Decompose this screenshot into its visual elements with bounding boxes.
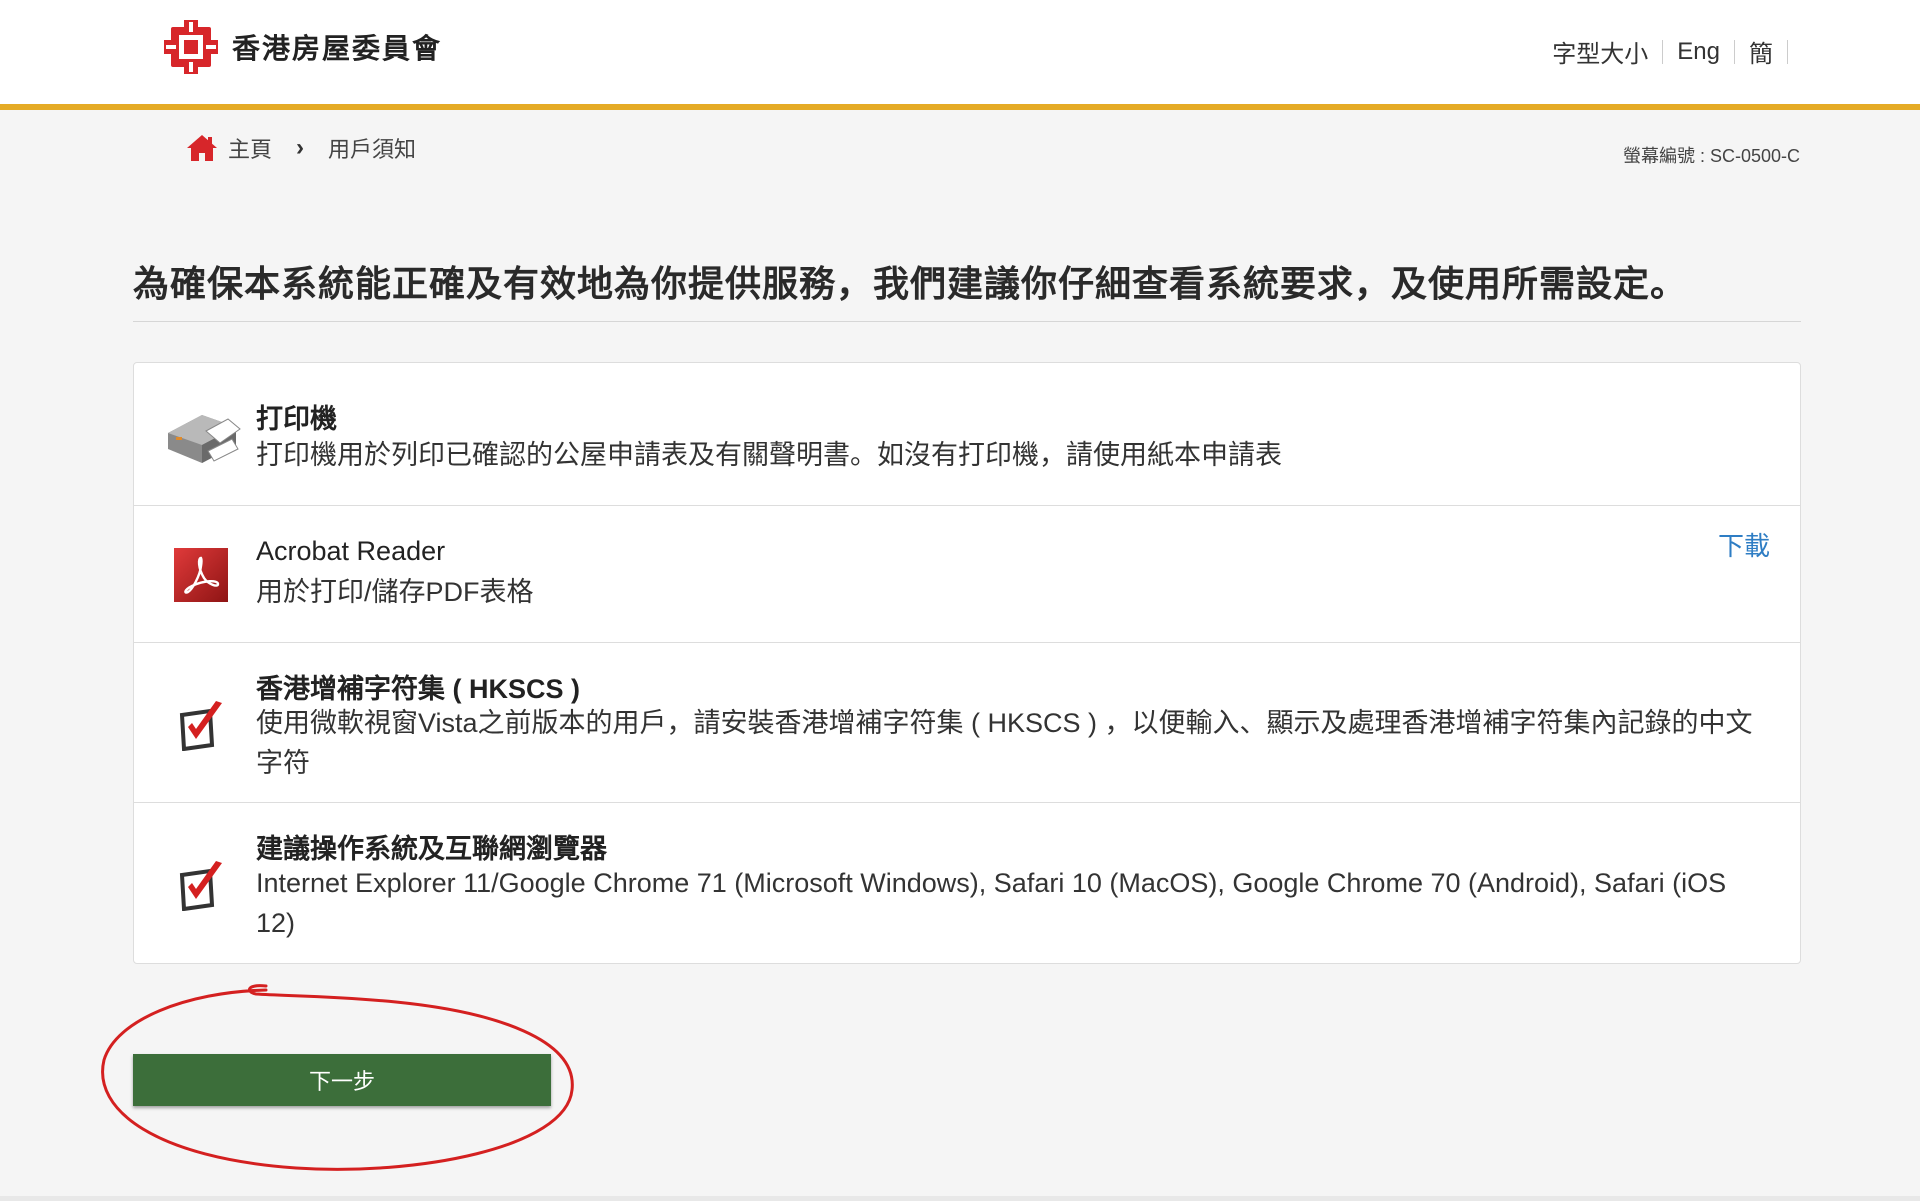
printer-title: 打印機 [256, 404, 337, 434]
divider [1734, 39, 1735, 64]
simplified-chinese-link[interactable]: 簡 [1749, 34, 1773, 69]
acrobat-desc: 用於打印/儲存PDF表格 [256, 577, 534, 607]
housing-authority-logo[interactable]: 香港房屋委員會 [162, 18, 442, 76]
hkscs-title: 香港增補字符集 ( HKSCS ) [256, 674, 580, 704]
checkbox-icon [179, 701, 222, 751]
requirement-row-hkscs: 香港增補字符集 ( HKSCS ) 使用微軟視窗Vista之前版本的用戶，請安裝… [134, 643, 1800, 803]
divider [1662, 39, 1664, 64]
font-size-link[interactable]: 字型大小 [1552, 34, 1648, 69]
ha-logo-icon [164, 20, 218, 74]
org-name: 香港房屋委員會 [232, 32, 443, 65]
acrobat-title: Acrobat Reader [256, 536, 446, 566]
home-icon[interactable] [186, 133, 218, 163]
screen-number: 螢幕編號 : SC-0500-C [1622, 146, 1800, 166]
next-step-button[interactable]: 下一步 [133, 1054, 551, 1106]
download-link[interactable]: 下載 [1718, 526, 1770, 563]
site-header: 香港房屋委員會 字型大小 Eng 簡 [0, 0, 1920, 110]
browser-title: 建議操作系統及互聯網瀏覽器 [256, 834, 607, 864]
printer-desc: 打印機用於列印已確認的公屋申請表及有關聲明書。如沒有打印機，請使用紙本申請表 [256, 440, 1282, 470]
checkbox-icon [179, 861, 222, 911]
requirements-card: 打印機 打印機用於列印已確認的公屋申請表及有關聲明書。如沒有打印機，請使用紙本申… [133, 362, 1801, 964]
requirement-row-acrobat: Acrobat Reader 用於打印/儲存PDF表格 下載 [134, 506, 1800, 643]
hkscs-desc: 使用微軟視窗Vista之前版本的用戶，請安裝香港增補字符集 ( HKSCS ) … [256, 708, 1753, 778]
english-link[interactable]: Eng [1677, 38, 1720, 66]
acrobat-icon [174, 548, 228, 602]
divider [1787, 39, 1788, 64]
top-links: 字型大小 Eng 簡 [1552, 34, 1788, 69]
printer-icon [168, 415, 241, 463]
footer-divider [0, 1196, 1920, 1201]
breadcrumb: 主頁 › 用戶須知 [186, 132, 416, 164]
browser-desc: Internet Explorer 11/Google Chrome 71 (M… [256, 868, 1727, 938]
requirement-row-browser: 建議操作系統及互聯網瀏覽器 Internet Explorer 11/Googl… [134, 803, 1800, 963]
breadcrumb-current: 用戶須知 [328, 137, 417, 162]
requirement-row-printer: 打印機 打印機用於列印已確認的公屋申請表及有關聲明書。如沒有打印機，請使用紙本申… [134, 363, 1800, 506]
page-title: 為確保本系統能正確及有效地為你提供服務，我們建議你仔細查看系統要求，及使用所需設… [133, 255, 1801, 322]
chevron-right-icon: › [296, 134, 305, 161]
breadcrumb-home[interactable]: 主頁 [228, 132, 272, 164]
